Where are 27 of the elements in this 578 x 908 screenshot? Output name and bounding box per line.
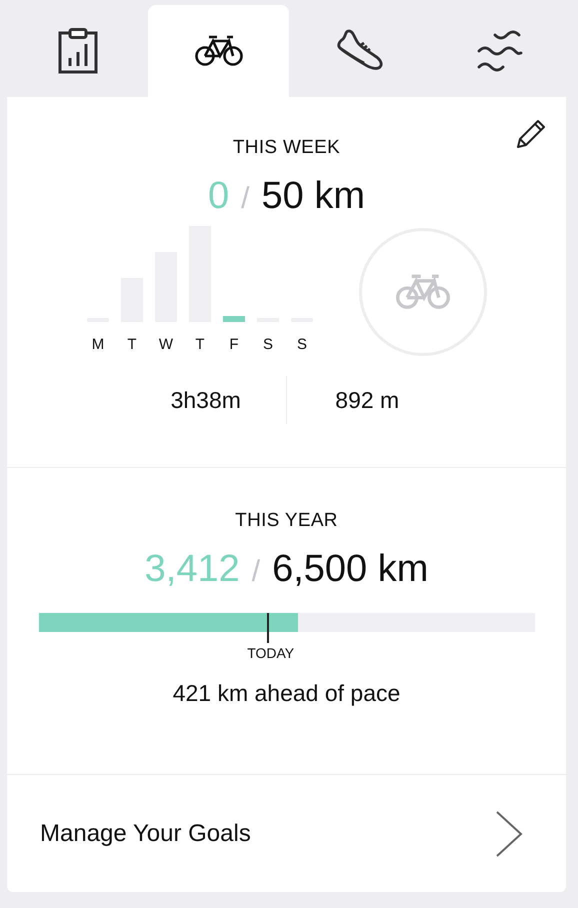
clipboard-chart-icon xyxy=(58,28,98,74)
sport-tab[interactable] xyxy=(148,5,289,97)
goal-distance: 50 km xyxy=(262,175,365,218)
pace-text: 421 km ahead of pace xyxy=(172,680,400,707)
separator: / xyxy=(252,555,260,589)
day-label: W xyxy=(158,336,174,352)
pencil-icon[interactable] xyxy=(514,117,548,151)
day-label: S xyxy=(296,336,307,352)
goal-distance: 6,500 km xyxy=(272,548,428,591)
section-title: THIS WEEK xyxy=(232,137,340,159)
day-label: M xyxy=(92,336,104,352)
manage-goals-row[interactable]: Manage Your Goals xyxy=(7,775,566,892)
today-label: TODAY xyxy=(247,645,294,661)
separator: / xyxy=(241,182,250,216)
day-label: S xyxy=(262,336,273,352)
day-label: F xyxy=(229,336,239,352)
current-distance: 0 xyxy=(208,175,230,218)
bicycle-icon xyxy=(194,35,242,67)
stat-value: 892 m xyxy=(334,386,400,414)
day-label: T xyxy=(127,336,137,352)
bicycle-icon xyxy=(395,274,451,310)
day-label: T xyxy=(195,336,205,352)
chevron-right-icon xyxy=(494,810,524,858)
waves-icon xyxy=(476,29,524,73)
section-title: THIS YEAR xyxy=(235,510,338,532)
stat-value: 3h38m xyxy=(170,386,242,414)
current-distance: 3,412 xyxy=(144,548,240,591)
